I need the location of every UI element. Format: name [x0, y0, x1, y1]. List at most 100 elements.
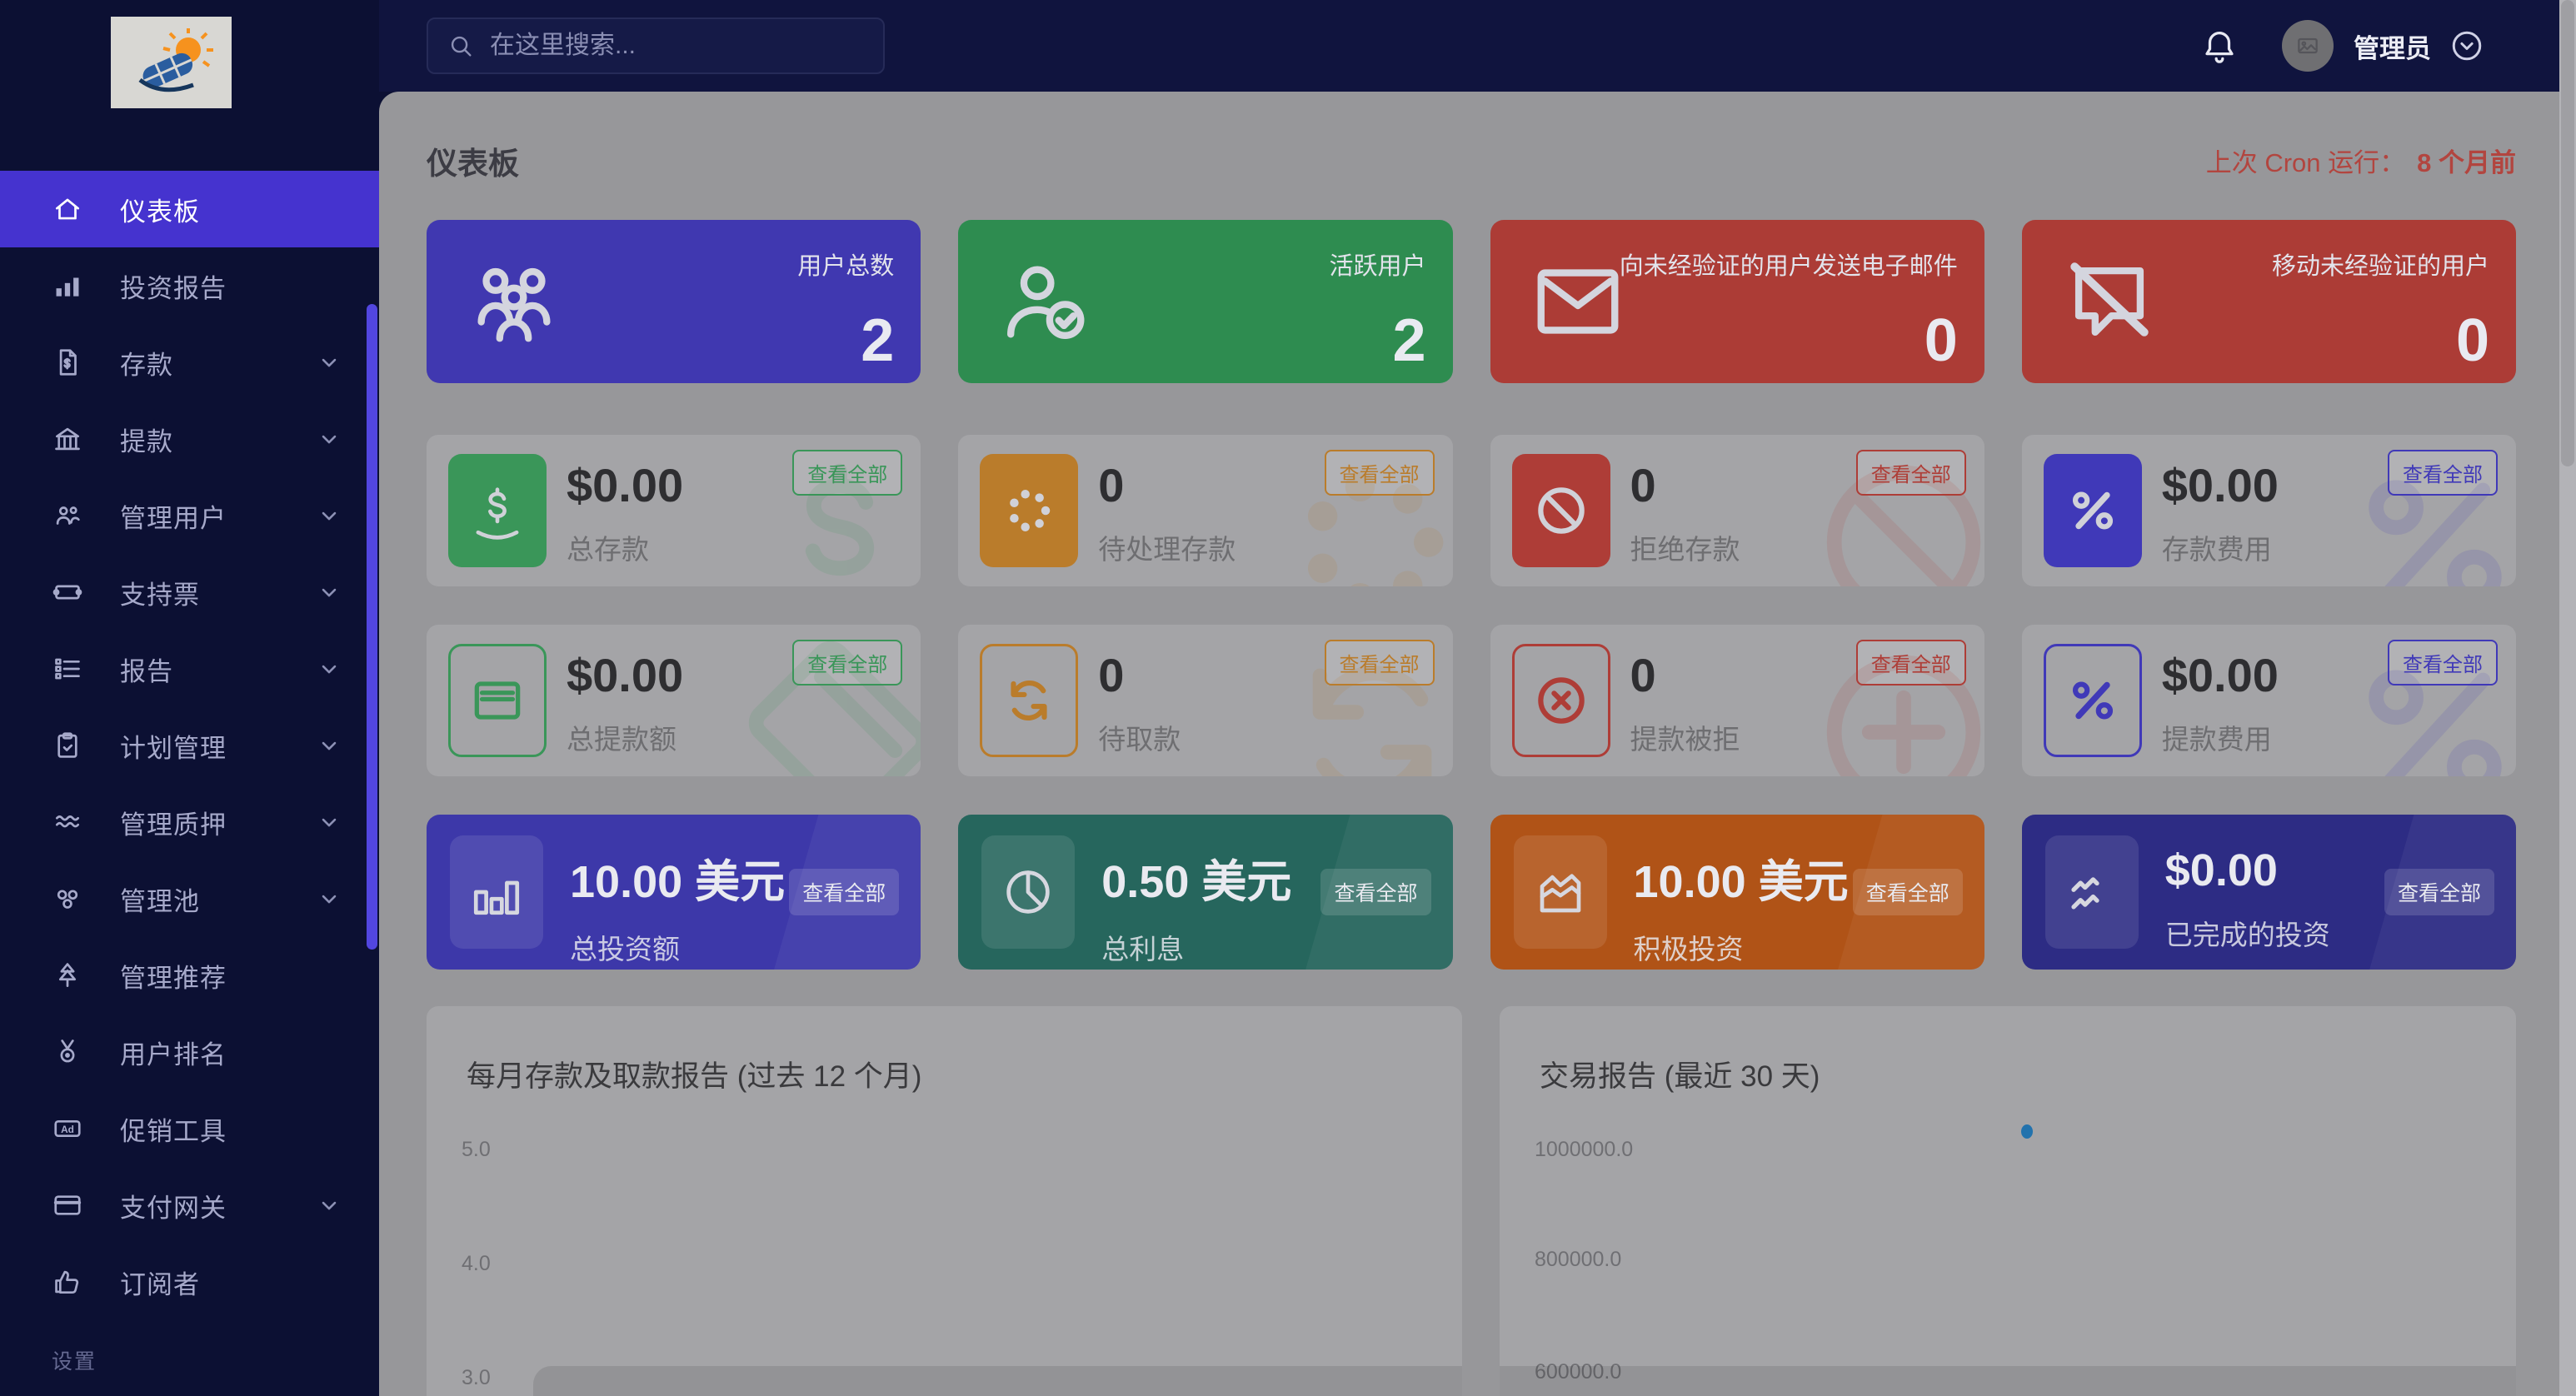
card-total-withdrawn: $0.00总提款额 查看全部: [427, 625, 921, 776]
y-axis-tick: 3.0: [462, 1366, 491, 1390]
card-total-invest: 10.00 美元总投资额 查看全部: [427, 815, 921, 970]
stat-value: 0: [1925, 307, 1958, 375]
card-email-unverified-users[interactable]: 向未经验证的用户发送电子邮件 0: [1490, 220, 1984, 383]
charts-row: 每月存款及取款报告 (过去 12 个月) 5.0 4.0 3.0 交易报告 (最…: [427, 1006, 2516, 1396]
stat-label: 移动未经验证的用户: [2272, 247, 2489, 282]
sidebar-item-invest-report[interactable]: 投资报告: [0, 247, 379, 324]
search-icon: [447, 32, 475, 60]
sidebar-item-label: 报告: [120, 651, 173, 688]
chevron-down-icon: [317, 504, 341, 527]
summary-cards-row: 用户总数 2 活跃用户 2 向未经验证的用户发送电子邮件 0 移动未经验证的用户…: [427, 220, 2516, 383]
stat-value: 0: [2456, 307, 2489, 375]
zigzag-lines-icon: [2045, 835, 2139, 949]
y-axis-tick: 1000000.0: [1535, 1138, 1633, 1162]
y-axis-tick: 5.0: [462, 1138, 491, 1162]
sidebar-item-label: 仪表板: [120, 191, 200, 228]
stat-label: 总投资额: [570, 927, 921, 967]
file-invoice-dollar-icon: [52, 347, 83, 378]
spinner-icon: [980, 454, 1078, 567]
clipboard-check-icon: [52, 730, 83, 761]
chart-bottom-band: [1500, 1366, 2516, 1396]
view-all-button[interactable]: 查看全部: [1320, 869, 1430, 915]
card-active-users[interactable]: 活跃用户 2: [958, 220, 1452, 383]
card-mobile-unverified-users[interactable]: 移动未经验证的用户 0: [2022, 220, 2516, 383]
stat-label: 向未经验证的用户发送电子邮件: [1620, 247, 1958, 282]
y-axis-tick: 800000.0: [1535, 1248, 1621, 1272]
bar-chart-icon: [450, 835, 543, 949]
sidebar-item-general-settings[interactable]: 通用设置: [0, 1379, 379, 1396]
avatar[interactable]: [2282, 20, 2334, 72]
stat-label: 活跃用户: [1329, 247, 1425, 282]
sidebar-item-plan-management[interactable]: 计划管理: [0, 707, 379, 784]
username[interactable]: 管理员: [2354, 27, 2431, 65]
sidebar-item-user-ranking[interactable]: 用户排名: [0, 1014, 379, 1090]
investment-cards-row: 10.00 美元总投资额 查看全部 0.50 美元总利息 查看全部 10.00 …: [427, 815, 2516, 970]
sidebar-item-withdrawals[interactable]: 提款: [0, 401, 379, 477]
ticket-icon: [52, 576, 83, 608]
chevron-down-icon: [317, 581, 341, 604]
search-input[interactable]: [490, 32, 865, 60]
chevron-down-circle-icon[interactable]: [2449, 28, 2484, 63]
sidebar-item-subscribers[interactable]: 订阅者: [0, 1244, 379, 1320]
sidebar-item-label: 支付网关: [120, 1187, 227, 1224]
users-group-icon: [465, 252, 563, 351]
pool-icon: [52, 883, 83, 915]
search-box[interactable]: [427, 17, 885, 74]
ban-icon: [1512, 454, 1610, 567]
bank-icon: [52, 423, 83, 455]
y-axis-tick: 4.0: [462, 1252, 491, 1276]
card-completed-invest: $0.00已完成的投资 查看全部: [2022, 815, 2516, 970]
percent-watermark-icon: [2331, 438, 2516, 586]
sidebar-item-label: 计划管理: [120, 727, 227, 765]
sidebar-item-label: 支持票: [120, 574, 200, 611]
waves-icon: [52, 806, 83, 838]
percent-icon: [2044, 644, 2142, 757]
page-title: 仪表板: [427, 138, 2516, 183]
sms-slash-icon: [2060, 252, 2159, 351]
topbar: 管理员: [379, 0, 2559, 92]
brand-logo[interactable]: [111, 17, 232, 108]
sidebar-item-support-tickets[interactable]: 支持票: [0, 554, 379, 631]
sidebar-item-deposits[interactable]: 存款: [0, 324, 379, 401]
stat-label: 总利息: [1101, 927, 1452, 967]
sidebar-item-label: 投资报告: [120, 267, 227, 305]
card-deposit-charge: $0.00存款费用 查看全部: [2022, 435, 2516, 586]
chart-title: 每月存款及取款报告 (过去 12 个月): [467, 1053, 1422, 1095]
sidebar-item-dashboard[interactable]: 仪表板: [0, 171, 379, 247]
view-all-button[interactable]: 查看全部: [789, 869, 899, 915]
page-scrollbar[interactable]: [2559, 0, 2576, 1396]
page-scrollbar-thumb[interactable]: [2561, 0, 2574, 466]
stat-label: 已完成的投资: [2165, 913, 2516, 953]
sidebar-item-promotion-tools[interactable]: Ad 促销工具: [0, 1090, 379, 1167]
users-icon: [52, 500, 83, 531]
sidebar-section-settings: 设置: [52, 1345, 379, 1375]
chart-title: 交易报告 (最近 30 天): [1540, 1053, 2476, 1095]
sidebar-item-manage-users[interactable]: 管理用户: [0, 477, 379, 554]
sidebar-item-manage-staking[interactable]: 管理质押: [0, 784, 379, 860]
card-rejected-withdrawal: 0提款被拒 查看全部: [1490, 625, 1984, 776]
card-total-users[interactable]: 用户总数 2: [427, 220, 921, 383]
sidebar-item-reports[interactable]: 报告: [0, 631, 379, 707]
sidebar-scrollbar-thumb[interactable]: [367, 304, 377, 950]
view-all-button[interactable]: 查看全部: [2384, 869, 2494, 915]
sidebar-item-label: 管理用户: [120, 497, 227, 535]
chevron-down-icon: [317, 351, 341, 374]
x-circle-icon: [1512, 644, 1610, 757]
view-all-button[interactable]: 查看全部: [1853, 869, 1963, 915]
stat-label: 积极投资: [1634, 927, 1984, 967]
sidebar-item-label: 管理质押: [120, 804, 227, 841]
topbar-right-cluster: 管理员: [2200, 20, 2559, 72]
sidebar-item-payment-gateway[interactable]: 支付网关: [0, 1167, 379, 1244]
sidebar-item-manage-pool[interactable]: 管理池: [0, 860, 379, 937]
referral-tree-icon: [52, 960, 83, 991]
card-total-interest: 0.50 美元总利息 查看全部: [958, 815, 1452, 970]
chevron-down-icon: [317, 657, 341, 681]
sidebar-scrollbar[interactable]: [367, 0, 377, 1396]
data-point-dot: [2021, 1124, 2033, 1139]
notification-bell-icon[interactable]: [2200, 27, 2239, 65]
card-pending-deposit: 0待处理存款 查看全部: [958, 435, 1452, 586]
dollar-watermark-icon: [736, 438, 921, 586]
bar-chart-icon: [52, 270, 83, 302]
sidebar-item-label: 订阅者: [120, 1264, 200, 1301]
sidebar-item-manage-referral[interactable]: 管理推荐: [0, 937, 379, 1014]
